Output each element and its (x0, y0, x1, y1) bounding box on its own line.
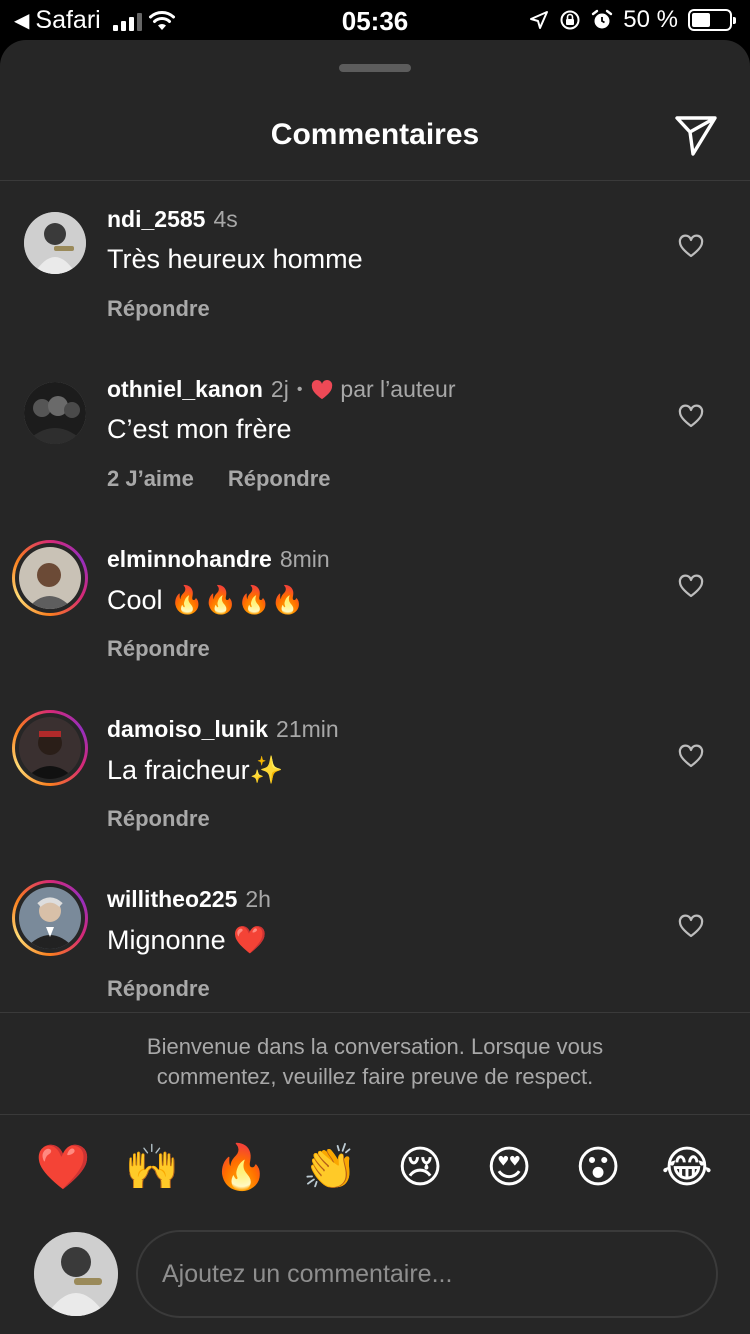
comment-text: Très heureux homme (107, 244, 363, 274)
heart-icon[interactable] (678, 744, 704, 770)
location-arrow-icon (530, 11, 549, 29)
emoji-raised-hands-button[interactable]: 🙌 (122, 1138, 182, 1198)
heart-icon[interactable] (678, 404, 704, 430)
comment-time: 21min (276, 716, 339, 742)
sheet-title: Commentaires (270, 118, 480, 151)
emoji-fire-button[interactable]: 🔥 (211, 1138, 271, 1198)
current-user-avatar (34, 1232, 118, 1316)
liked-by-author-label: par l’auteur (340, 376, 456, 402)
avatar[interactable] (24, 382, 86, 444)
emoji-heart-button[interactable]: ❤️ (33, 1138, 93, 1198)
heart-icon[interactable] (678, 234, 704, 260)
avatar (19, 717, 81, 779)
battery-icon (688, 9, 736, 31)
comment-time: 4s (213, 206, 238, 232)
comment-time: 2j (270, 376, 289, 402)
reply-button[interactable]: Répondre (107, 636, 210, 662)
comments-sheet: Commentaires ndi_2585 4s Très heureux ho… (0, 40, 750, 1334)
emoji-clap-button[interactable]: 👏 (300, 1138, 360, 1198)
comment-text: Mignonne ❤️ (107, 925, 267, 955)
comment-username[interactable]: othniel_kanon (107, 376, 263, 403)
author-liked-heart-icon (312, 379, 333, 399)
comment-text: C’est mon frère (107, 414, 292, 444)
comment-username[interactable]: damoiso_lunik (107, 716, 268, 743)
emoji-divider (0, 1114, 750, 1115)
comment-time: 2h (245, 886, 271, 912)
comment-item: damoiso_lunik 21min La fraicheur✨ Répond… (0, 710, 750, 892)
welcome-notice: Bienvenue dans la conversation. Lorsque … (0, 1032, 750, 1092)
rotation-lock-icon (560, 10, 580, 30)
comment-item: ndi_2585 4s Très heureux homme Répondre (0, 206, 750, 382)
reply-button[interactable]: Répondre (107, 806, 210, 832)
story-ring-avatar[interactable] (12, 540, 88, 616)
alarm-icon (592, 9, 613, 29)
comment-username[interactable]: willitheo225 (107, 886, 237, 913)
battery-percent: 50 % (623, 6, 678, 33)
heart-icon[interactable] (678, 914, 704, 940)
story-ring-avatar[interactable] (12, 710, 88, 786)
comment-item: othniel_kanon 2j • par l’auteur C’est mo… (0, 376, 750, 552)
emoji-crying-button[interactable]: 😢 (390, 1138, 450, 1198)
comment-composer (136, 1230, 718, 1318)
sheet-drag-handle[interactable] (339, 64, 411, 72)
welcome-line-2: commentez, veuillez faire preuve de resp… (156, 1064, 594, 1089)
comment-username[interactable]: ndi_2585 (107, 206, 205, 233)
likes-count[interactable]: 2 J’aime (107, 466, 194, 492)
share-send-icon[interactable] (672, 110, 720, 158)
comment-text: Cool 🔥🔥🔥🔥 (107, 585, 305, 615)
comment-text: La fraicheur✨ (107, 755, 284, 785)
comment-username[interactable]: elminnohandre (107, 546, 272, 573)
reply-button[interactable]: Répondre (107, 296, 210, 322)
avatar[interactable] (24, 212, 86, 274)
avatar (19, 887, 81, 949)
header-divider (0, 180, 750, 181)
avatar (19, 547, 81, 609)
comment-time: 8min (279, 546, 330, 572)
welcome-line-1: Bienvenue dans la conversation. Lorsque … (146, 1034, 604, 1059)
reply-button[interactable]: Répondre (228, 466, 331, 492)
status-bar: ◀ Safari 05:36 50 % (0, 0, 750, 40)
quick-emoji-bar: ❤️ 🙌 🔥 👏 😢 😍 😮 😂 (0, 1138, 750, 1198)
comment-input[interactable] (162, 1232, 692, 1316)
emoji-heart-eyes-button[interactable]: 😍 (479, 1138, 539, 1198)
emoji-surprised-button[interactable]: 😮 (568, 1138, 628, 1198)
story-ring-avatar[interactable] (12, 880, 88, 956)
footer-divider (0, 1012, 750, 1013)
emoji-laughing-button[interactable]: 😂 (657, 1138, 717, 1198)
separator-dot: • (296, 380, 303, 398)
reply-button[interactable]: Répondre (107, 976, 210, 1002)
comment-item: elminnohandre 8min Cool 🔥🔥🔥🔥 Répondre (0, 540, 750, 722)
heart-icon[interactable] (678, 574, 704, 600)
